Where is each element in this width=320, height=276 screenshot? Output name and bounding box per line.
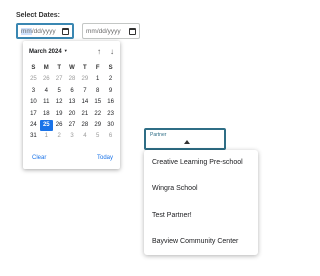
calendar-day[interactable]: 14 (78, 97, 91, 108)
calendar-day[interactable]: 3 (66, 131, 79, 142)
calendar-grid: S M T W T F S 25 26 27 28 29 1 2 3 4 5 6 7 8 9 10 11 12 13 14 15 16… (27, 63, 117, 143)
calendar-day[interactable]: 1 (40, 131, 53, 142)
calendar-day[interactable]: 2 (53, 131, 66, 142)
calendar-day[interactable]: 17 (27, 109, 40, 120)
start-date-input[interactable]: mm/dd/yyyy (16, 23, 74, 39)
calendar-day[interactable]: 27 (66, 120, 79, 131)
calendar-day[interactable]: 5 (91, 131, 104, 142)
calendar-day[interactable]: 25 (27, 74, 40, 85)
calendar-day[interactable]: 19 (53, 109, 66, 120)
weekday-header: M (43, 65, 49, 71)
today-button[interactable]: Today (97, 155, 113, 161)
next-month-arrow-icon[interactable]: ↓ (107, 46, 117, 57)
calendar-day-selected[interactable]: 25 (39, 119, 53, 132)
start-date-placeholder: mm/dd/yyyy (21, 27, 62, 35)
partner-select[interactable]: Partner (144, 128, 226, 150)
calendar-day[interactable]: 30 (104, 120, 117, 131)
calendar-day[interactable]: 29 (78, 74, 91, 85)
calendar-day[interactable]: 24 (27, 120, 40, 131)
partner-option[interactable]: Creative Learning Pre-school (152, 151, 256, 175)
calendar-footer: Clear Today (29, 155, 115, 165)
caret-down-icon: ▼ (63, 48, 68, 53)
calendar-day[interactable]: 26 (40, 74, 53, 85)
select-dates-label: Select Dates: (16, 12, 60, 19)
calendar-day[interactable]: 10 (27, 97, 40, 108)
calendar-day[interactable]: 15 (91, 97, 104, 108)
calendar-day[interactable]: 7 (78, 86, 91, 97)
calendar-day[interactable]: 21 (78, 109, 91, 120)
calendar-day[interactable]: 8 (91, 86, 104, 97)
clear-button[interactable]: Clear (32, 155, 46, 161)
weekday-header: F (95, 65, 100, 71)
calendar-day[interactable]: 26 (53, 120, 66, 131)
partner-dropdown-menu: Creative Learning Pre-school Wingra Scho… (144, 150, 258, 255)
weekday-header: S (31, 65, 36, 71)
calendar-day[interactable]: 29 (91, 120, 104, 131)
previous-month-arrow-icon[interactable]: ↑ (94, 46, 104, 57)
partner-option[interactable]: Bayview Community Center (152, 230, 256, 254)
calendar-header: March 2024 ▼ ↑ ↓ (29, 47, 115, 57)
weekday-header: S (108, 65, 113, 71)
partner-label: Partner (150, 132, 167, 138)
month-year-selector[interactable]: March 2024 ▼ (29, 48, 68, 55)
calendar-day[interactable]: 27 (53, 74, 66, 85)
calendar-day[interactable]: 1 (91, 74, 104, 85)
partner-option[interactable]: Test Partner! (152, 204, 256, 228)
calendar-day[interactable]: 28 (66, 74, 79, 85)
calendar-icon[interactable] (129, 27, 136, 35)
calendar-day[interactable]: 31 (27, 131, 40, 142)
calendar-day[interactable]: 11 (40, 97, 53, 108)
calendar-day[interactable]: 13 (66, 97, 79, 108)
calendar-day[interactable]: 9 (104, 86, 117, 97)
calendar-day[interactable]: 20 (66, 109, 79, 120)
calendar-day[interactable]: 2 (104, 74, 117, 85)
calendar-day[interactable]: 18 (40, 109, 53, 120)
calendar-day[interactable]: 6 (104, 131, 117, 142)
month-label: March 2024 (29, 49, 62, 55)
calendar-icon[interactable] (62, 27, 69, 35)
calendar-day[interactable]: 4 (78, 131, 91, 142)
caret-up-icon (184, 140, 190, 144)
calendar-day[interactable]: 5 (53, 86, 66, 97)
weekday-header: W (69, 65, 75, 71)
calendar-day[interactable]: 4 (40, 86, 53, 97)
month-segment[interactable]: mm (21, 27, 32, 35)
end-date-input[interactable]: mm/dd/yyyy (82, 23, 140, 39)
calendar-day[interactable]: 6 (66, 86, 79, 97)
weekday-header: T (57, 65, 61, 71)
calendar-day[interactable]: 12 (53, 97, 66, 108)
calendar-day[interactable]: 3 (27, 86, 40, 97)
weekday-header: T (83, 65, 87, 71)
calendar-day[interactable]: 16 (104, 97, 117, 108)
end-date-placeholder: mm/dd/yyyy (86, 27, 121, 35)
calendar-day[interactable]: 23 (104, 109, 117, 120)
calendar-day[interactable]: 22 (91, 109, 104, 120)
calendar-day[interactable]: 28 (78, 120, 91, 131)
date-picker-popup: March 2024 ▼ ↑ ↓ S M T W T F S 25 26 27 28 29 1 2 3 4 5 6 7… (23, 41, 120, 169)
partner-option[interactable]: Wingra School (152, 177, 256, 201)
date-rest-segment: /dd/yyyy (31, 27, 56, 35)
